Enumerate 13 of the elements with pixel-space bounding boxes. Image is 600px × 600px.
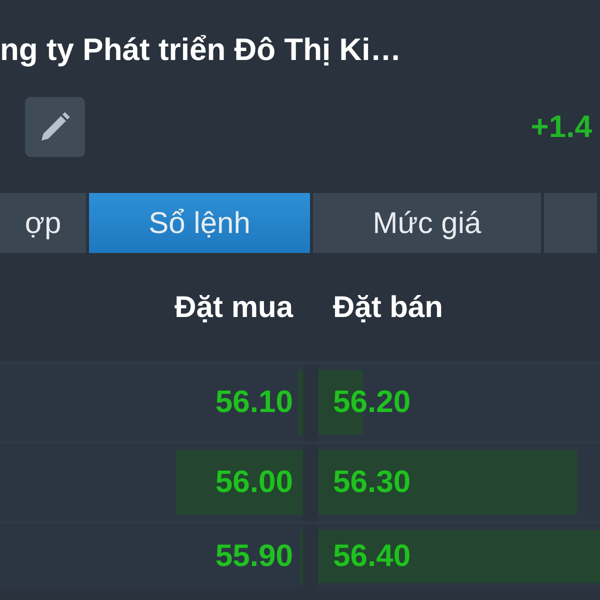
price-change: +1.4 (530, 108, 593, 146)
edit-button[interactable] (25, 97, 85, 157)
page-title: ng ty Phát triển Đô Thị Ki… (0, 31, 402, 69)
ask-price: 56.20 (333, 383, 411, 422)
ask-price: 56.30 (333, 463, 411, 502)
column-header: Đặt mua (174, 290, 293, 326)
bid-price: 56.10 (215, 383, 293, 422)
tab[interactable]: ợp (0, 193, 86, 253)
bid-price: 56.00 (215, 463, 293, 502)
tab[interactable]: Mức giá (313, 193, 541, 253)
ask-price: 56.40 (333, 537, 411, 576)
bid-price: 55.90 (215, 537, 293, 576)
column-header: Đặt bán (333, 290, 444, 326)
